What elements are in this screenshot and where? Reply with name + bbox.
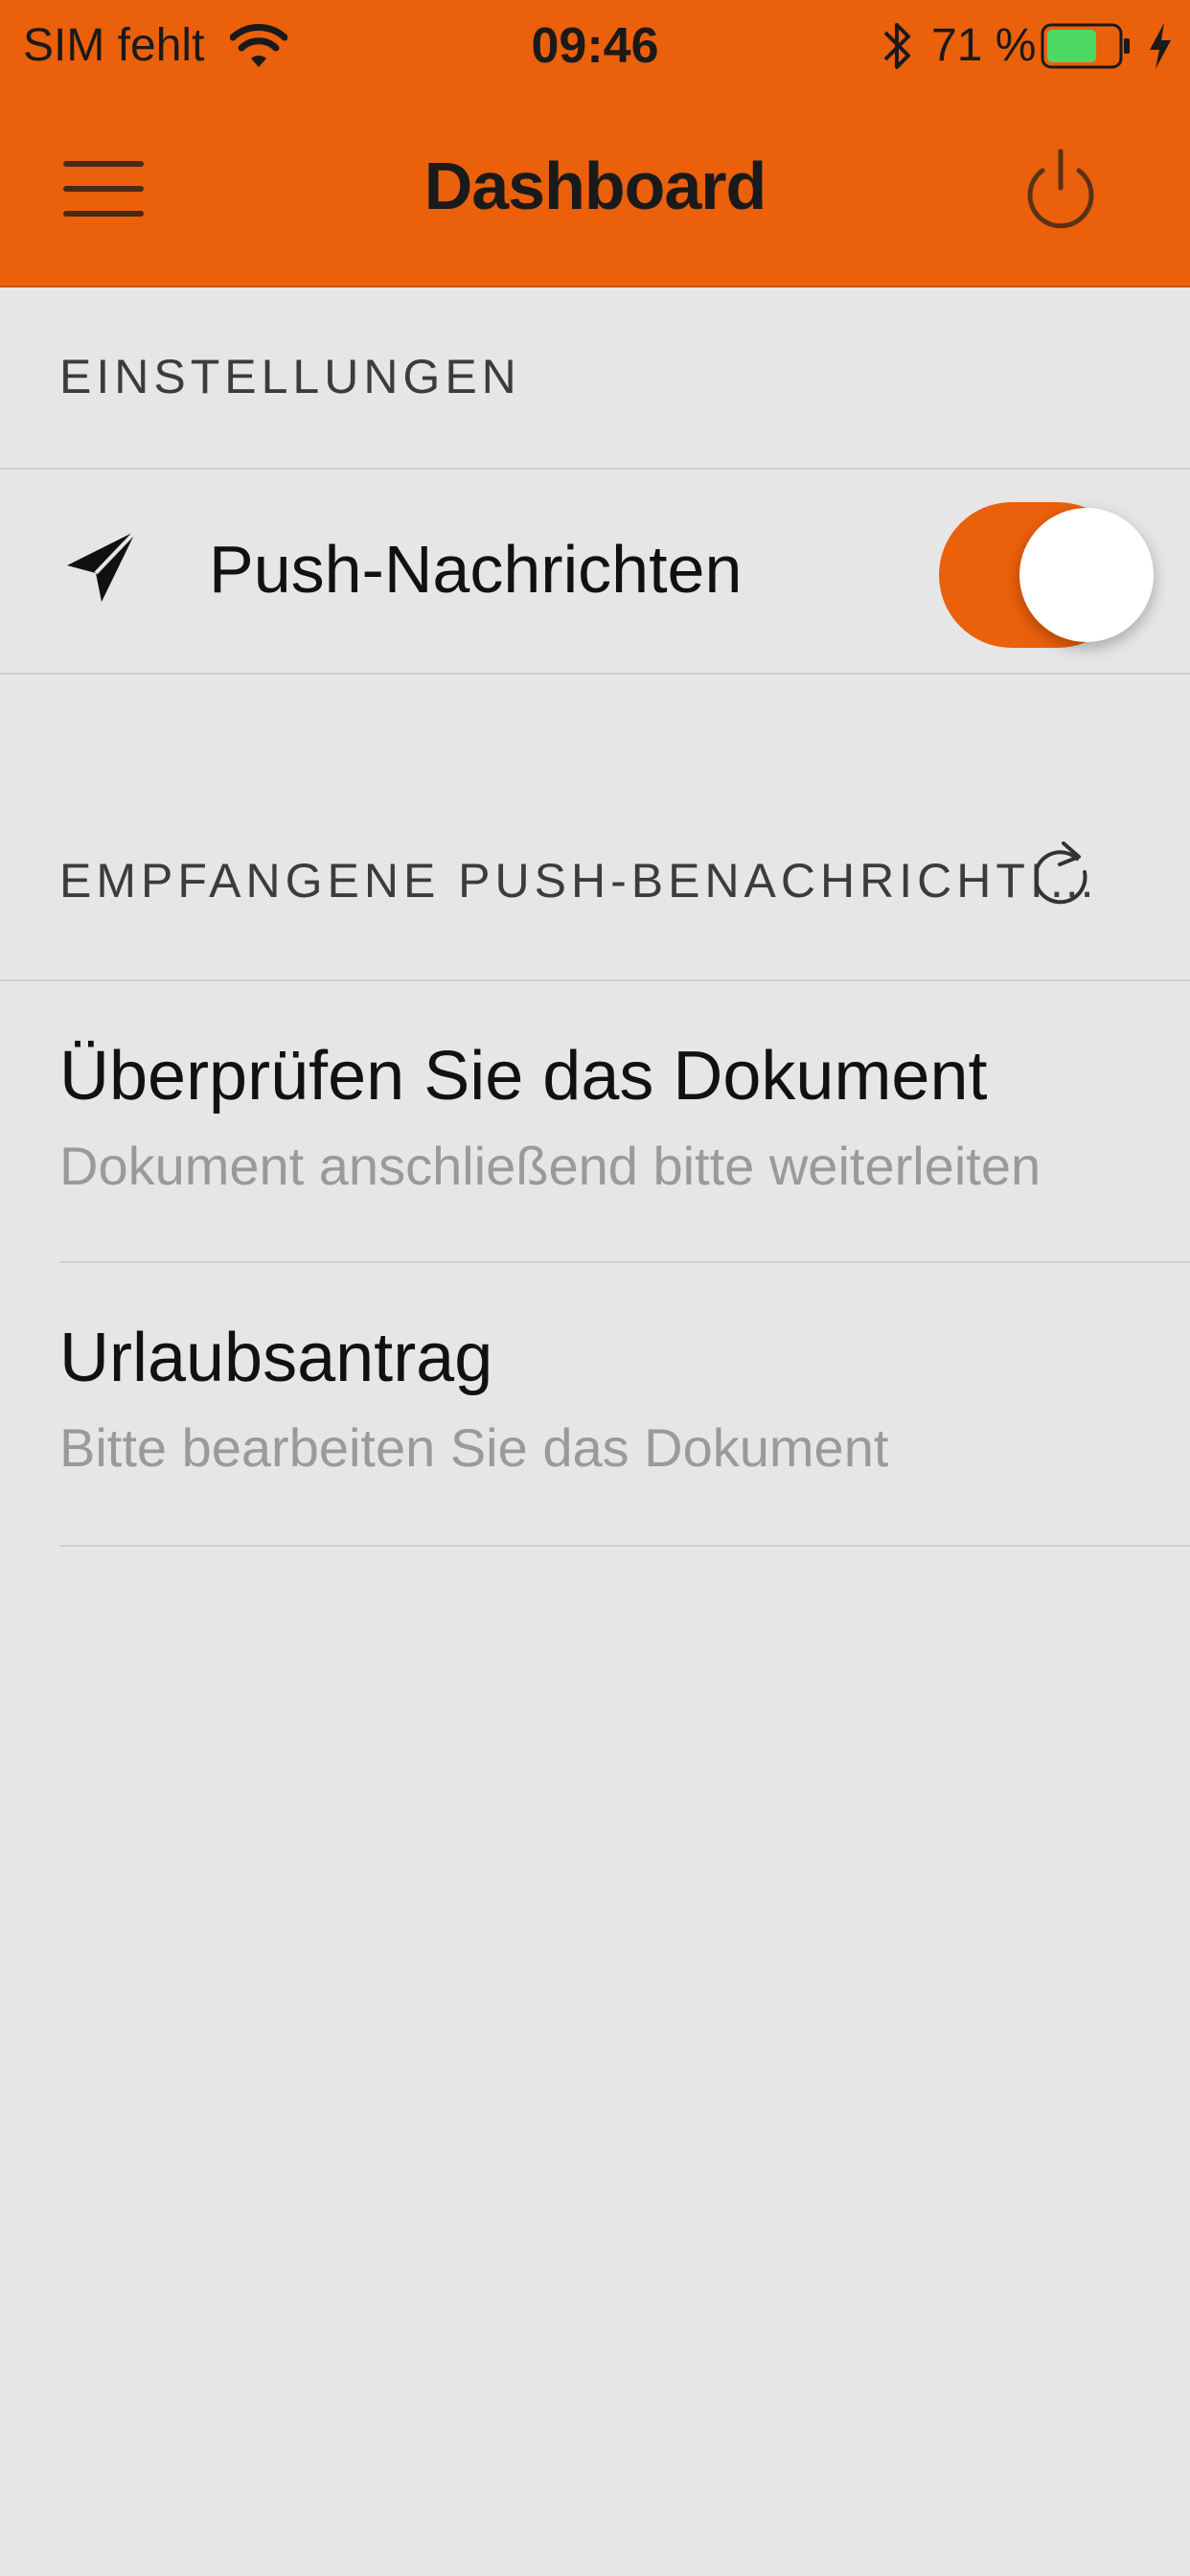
- send-icon: [67, 529, 138, 602]
- notification-title: Überprüfen Sie das Dokument: [59, 1038, 988, 1115]
- power-icon[interactable]: [1021, 146, 1100, 234]
- push-notifications-label: Push-Nachrichten: [209, 532, 743, 607]
- battery-fill: [1047, 30, 1097, 62]
- notification-subtitle: Dokument anschließend bitte weiterleiten: [59, 1136, 1041, 1196]
- list-item[interactable]: Urlaubsantrag Bitte bearbeiten Sie das D…: [0, 1263, 1190, 1545]
- battery-percent: 71 %: [931, 20, 1037, 71]
- status-bar: SIM fehlt 09:46 71 %: [0, 0, 1190, 92]
- push-notifications-row: Push-Nachrichten: [0, 470, 1190, 671]
- settings-section-header: EINSTELLUNGEN: [59, 350, 521, 403]
- page-title: Dashboard: [423, 149, 767, 223]
- received-notifications-header: EMPFANGENE PUSH-BENACHRICHTI…: [59, 854, 1101, 908]
- battery-icon: [1041, 23, 1130, 69]
- navigation-bar: Dashboard: [0, 92, 1190, 288]
- list-item[interactable]: Überprüfen Sie das Dokument Dokument ans…: [0, 981, 1190, 1263]
- bluetooth-icon: [883, 23, 910, 69]
- app-header: SIM fehlt 09:46 71 % Dashboard: [0, 0, 1190, 288]
- refresh-icon[interactable]: [1035, 834, 1096, 910]
- notification-title: Urlaubsantrag: [59, 1320, 493, 1396]
- notification-subtitle: Bitte bearbeiten Sie das Dokument: [59, 1417, 889, 1478]
- divider: [0, 673, 1190, 675]
- push-notifications-toggle[interactable]: [939, 502, 1154, 648]
- divider: [59, 1545, 1190, 1547]
- charging-icon: [1150, 23, 1171, 69]
- toggle-knob: [1019, 508, 1154, 642]
